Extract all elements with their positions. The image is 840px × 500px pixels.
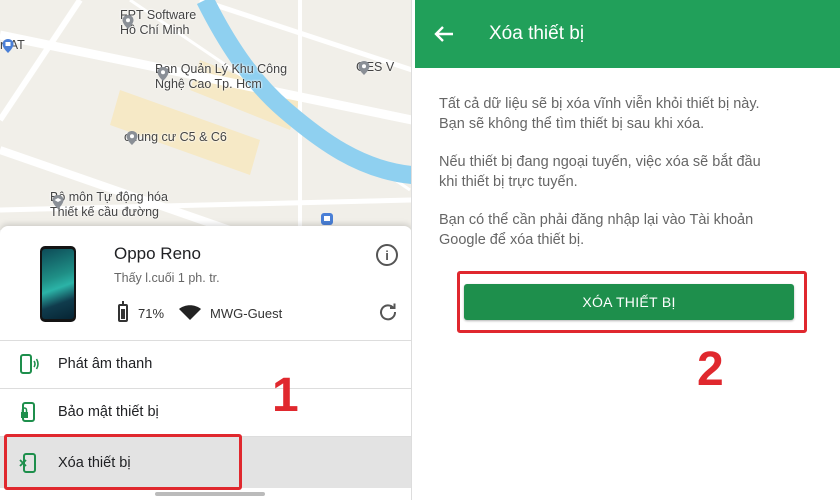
menu-label: Phát âm thanh	[58, 355, 153, 372]
map-view[interactable]: FPT Software Hồ Chí Minh n AT Ban Quản L…	[0, 0, 411, 230]
network-name: MWG-Guest	[210, 305, 283, 321]
wifi-icon	[179, 305, 202, 320]
back-arrow-icon[interactable]	[433, 23, 455, 45]
secure-device-icon	[21, 401, 35, 422]
menu-play-sound[interactable]: Phát âm thanh	[0, 340, 411, 386]
tutorial-composite: FPT Software Hồ Chí Minh n AT Ban Quản L…	[0, 0, 840, 500]
battery-level: 71%	[138, 305, 165, 321]
device-last-seen: Thấy l.cuối 1 ph. tr.	[114, 271, 220, 285]
transit-icon	[2, 39, 14, 53]
school-icon	[52, 195, 64, 209]
map-label-c5c6[interactable]: chung cư C5 & C6	[124, 130, 227, 145]
warning-paragraph-2: Nếu thiết bị đang ngoại tuyến, việc xóa …	[439, 154, 761, 190]
device-name: Oppo Reno	[114, 244, 201, 263]
info-icon[interactable]: i	[376, 244, 398, 266]
map-label-fpt[interactable]: FPT Software Hồ Chí Minh	[120, 8, 196, 38]
highlight-box-erase	[4, 434, 242, 490]
device-image	[40, 246, 76, 322]
place-pin-icon	[358, 61, 370, 75]
device-status: 71% MWG-Guest	[118, 301, 283, 322]
erase-confirm-screen: Xóa thiết bị Tất cả dữ liệu sẽ bị xóa vĩ…	[415, 0, 840, 500]
app-bar: Xóa thiết bị	[415, 0, 840, 68]
place-pin-icon	[157, 67, 169, 81]
menu-label: Bảo mật thiết bị	[58, 403, 159, 420]
refresh-icon[interactable]	[378, 302, 398, 322]
highlight-box-button	[457, 271, 807, 333]
map-label-bql[interactable]: Ban Quản Lý Khu Công Nghệ Cao Tp. Hcm	[155, 62, 287, 92]
warning-paragraph-3: Bạn có thể cần phải đăng nhập lại vào Tà…	[439, 212, 754, 248]
place-pin-icon	[122, 15, 134, 29]
menu-secure-device[interactable]: Bảo mật thiết bị	[0, 388, 411, 434]
bus-stop-icon	[321, 213, 333, 225]
play-sound-icon	[20, 353, 39, 374]
screen-title: Xóa thiết bị	[489, 23, 585, 44]
place-pin-icon	[126, 131, 138, 145]
warning-paragraph-1: Tất cả dữ liệu sẽ bị xóa vĩnh viễn khỏi …	[439, 96, 760, 132]
find-device-screen: FPT Software Hồ Chí Minh n AT Ban Quản L…	[0, 0, 412, 500]
map-label-bomon[interactable]: Bộ môn Tự động hóa Thiết kế cầu đường	[50, 190, 168, 220]
map-label-ges[interactable]: GES V	[356, 60, 394, 75]
step-marker-2: 2	[697, 343, 724, 396]
map-label-at[interactable]: n AT	[0, 38, 25, 53]
step-marker-1: 1	[272, 369, 299, 422]
gesture-bar	[155, 492, 265, 496]
battery-icon	[118, 301, 128, 322]
